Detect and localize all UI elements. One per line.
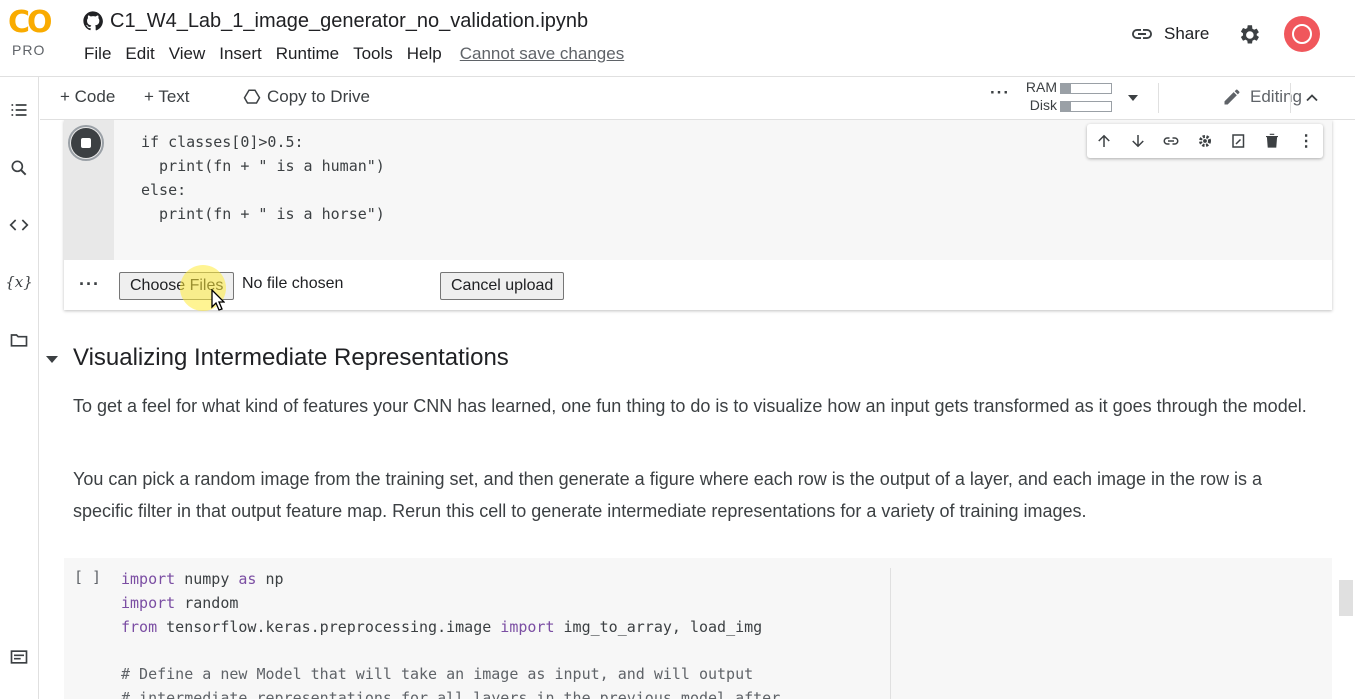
folder-icon[interactable] (6, 327, 32, 353)
code-line: print(fn + " is a horse") (141, 205, 385, 223)
search-icon[interactable] (6, 155, 32, 181)
code-line: from tensorflow.keras.preprocessing.imag… (121, 615, 780, 639)
toolbar-divider (1158, 83, 1159, 113)
cell-output: ··· Choose Files No file chosen Cancel u… (64, 260, 1332, 310)
code-comment: # intermediate representations for all l… (121, 689, 781, 699)
left-sidebar: {𝑥} (0, 77, 39, 699)
resource-dropdown-icon[interactable] (1126, 91, 1140, 105)
menu-view[interactable]: View (162, 44, 213, 64)
code-line: else: (141, 181, 187, 199)
menu-tools[interactable]: Tools (346, 44, 400, 64)
copy-to-drive-button[interactable]: Copy to Drive (243, 87, 370, 107)
link-to-cell-icon[interactable] (1159, 129, 1183, 153)
editing-label: Editing (1250, 87, 1302, 106)
output-actions-icon[interactable]: ··· (79, 274, 100, 295)
keyword: import (500, 618, 555, 636)
colab-logo[interactable]: CO PRO (8, 6, 60, 66)
cell-toolbar: ⋮ (1087, 124, 1323, 158)
collapse-chevron-up-icon[interactable] (1302, 88, 1322, 108)
cell-code-editor[interactable]: import numpy as np import random from tens… (121, 567, 780, 699)
menu-edit[interactable]: Edit (118, 44, 161, 64)
section-heading: Visualizing Intermediate Representations (73, 344, 509, 371)
link-icon (1132, 29, 1152, 39)
menu-file[interactable]: File (77, 44, 118, 64)
disk-bar (1060, 101, 1112, 112)
terminal-icon[interactable] (6, 644, 32, 670)
share-button[interactable]: Share (1130, 22, 1209, 46)
keyword: as (238, 570, 257, 588)
plan-badge: PRO (12, 42, 46, 58)
top-bar: CO PRO C1_W4_Lab_1_image_generator_no_va… (0, 0, 1355, 77)
disk-bar-fill (1061, 102, 1071, 111)
drive-icon (243, 89, 261, 104)
more-options-icon[interactable]: ··· (990, 83, 1010, 103)
menu-bar: File Edit View Insert Runtime Tools Help… (77, 44, 631, 64)
code-cell-running[interactable]: if classes[0]>0.5: print(fn + " is a hum… (64, 120, 1332, 310)
add-text-button[interactable]: + Text (144, 87, 190, 107)
collapse-section-icon[interactable] (46, 356, 58, 363)
code-text: random (175, 594, 239, 612)
paragraph-1: To get a feel for what kind of features … (73, 396, 1307, 416)
move-down-arrow-icon[interactable] (1126, 129, 1150, 153)
share-label: Share (1164, 24, 1210, 43)
code-comment: # Define a new Model that will take an i… (121, 665, 754, 683)
notebook-title-row: C1_W4_Lab_1_image_generator_no_validatio… (82, 8, 588, 34)
code-line: print(fn + " is a human") (141, 157, 385, 175)
add-code-button[interactable]: + Code (60, 87, 115, 107)
ram-bar-fill (1061, 84, 1071, 93)
no-file-label: No file chosen (242, 275, 344, 292)
save-status-link[interactable]: Cannot save changes (453, 44, 631, 64)
scrollbar-thumb[interactable] (1339, 580, 1353, 616)
cell-gutter (64, 120, 114, 260)
ram-bar (1060, 83, 1112, 94)
copy-to-drive-label: Copy to Drive (267, 87, 370, 106)
code-cell[interactable]: [ ] import numpy as np import random from … (64, 558, 1332, 699)
editor-ruler (890, 568, 891, 699)
code-text: img_to_array, load_img (554, 618, 763, 636)
add-text-label: + Text (144, 87, 190, 106)
keyword: import (121, 570, 176, 588)
stop-execution-icon[interactable] (68, 125, 104, 161)
cancel-upload-button[interactable]: Cancel upload (440, 272, 565, 300)
code-text: numpy (175, 570, 239, 588)
paragraph-2: You can pick a random image from the tra… (73, 469, 1263, 521)
toolbar-divider-2 (1290, 83, 1291, 113)
add-code-label: + Code (60, 87, 116, 106)
menu-runtime[interactable]: Runtime (269, 44, 346, 64)
table-of-contents-icon[interactable] (6, 97, 32, 123)
variables-icon[interactable]: {𝑥} (5, 269, 33, 295)
ram-label: RAM (1025, 79, 1057, 95)
move-up-arrow-icon[interactable] (1092, 129, 1116, 153)
code-snippets-icon[interactable] (6, 212, 32, 238)
delete-trash-icon[interactable] (1260, 129, 1284, 153)
code-text: np (256, 570, 284, 588)
logo-text: CO (8, 5, 53, 40)
code-line: import random (121, 591, 780, 615)
code-line: if classes[0]>0.5: (141, 133, 304, 151)
more-vert-icon[interactable]: ⋮ (1294, 129, 1318, 153)
mouse-pointer-icon (211, 289, 225, 311)
run-cell-button[interactable]: [ ] (74, 568, 101, 586)
menu-insert[interactable]: Insert (212, 44, 269, 64)
cell-settings-gear-icon[interactable] (1193, 129, 1217, 153)
code-text: tensorflow.keras.preprocessing.image (157, 618, 501, 636)
notebook-content: if classes[0]>0.5: print(fn + " is a hum… (40, 120, 1336, 699)
mirror-cell-icon[interactable] (1227, 129, 1251, 153)
cell-code-editor[interactable]: if classes[0]>0.5: print(fn + " is a hum… (141, 130, 385, 226)
menu-help[interactable]: Help (400, 44, 449, 64)
disk-label: Disk (1029, 97, 1057, 113)
settings-gear-icon[interactable] (1236, 22, 1262, 48)
keyword: import (121, 594, 176, 612)
notebook-toolbar: + Code + Text Copy to Drive ··· RAM Disk… (40, 77, 1355, 120)
user-avatar[interactable] (1284, 16, 1320, 52)
notebook-filename[interactable]: C1_W4_Lab_1_image_generator_no_validatio… (110, 10, 588, 33)
code-line: import numpy as np (121, 567, 780, 591)
keyword: from (121, 618, 158, 636)
pencil-icon (1224, 89, 1240, 105)
github-icon (83, 11, 103, 31)
